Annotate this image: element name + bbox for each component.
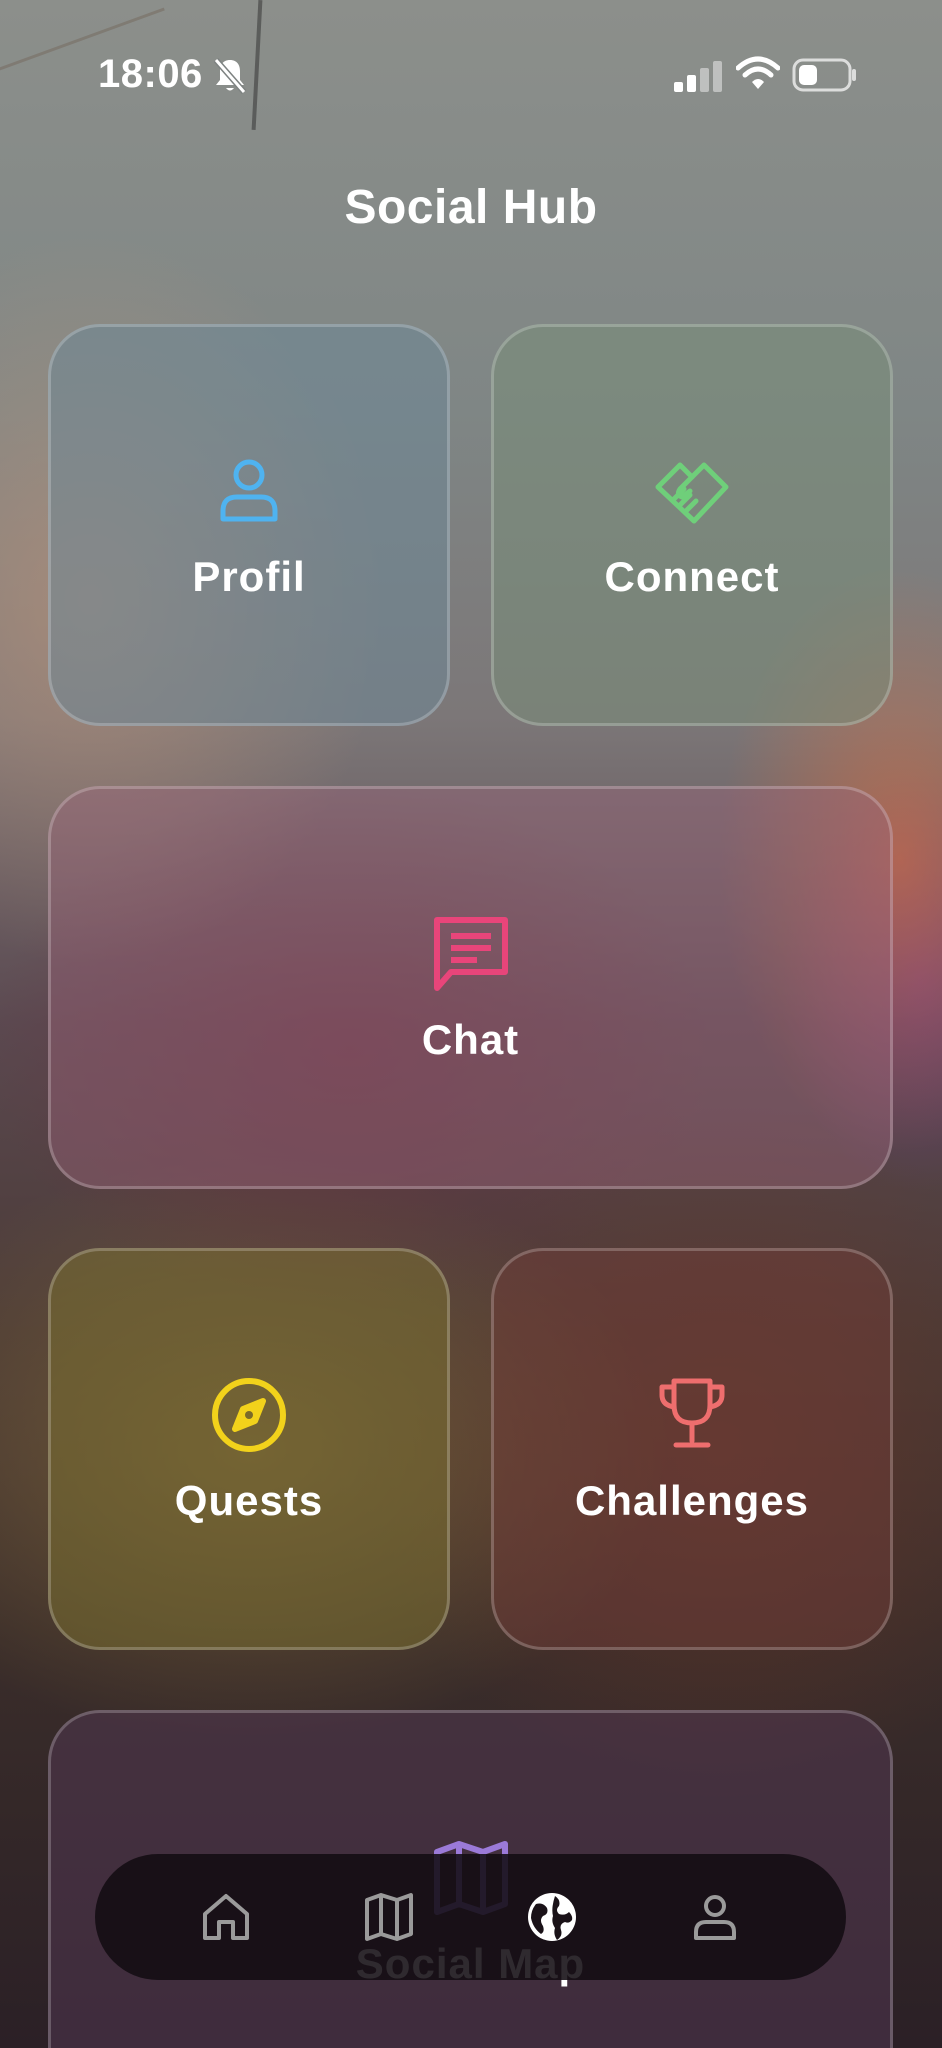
bottom-nav-bar xyxy=(95,1854,846,1980)
connect-tile[interactable]: Connect xyxy=(491,324,893,726)
compass-icon xyxy=(212,1378,286,1452)
challenges-tile[interactable]: Challenges xyxy=(491,1248,893,1650)
quests-tile[interactable]: Quests xyxy=(48,1248,450,1650)
map-icon xyxy=(365,1893,414,1941)
tile-label: Quests xyxy=(174,1477,324,1524)
handshake-icon xyxy=(655,462,729,524)
bell-slash-icon xyxy=(213,58,247,94)
globe-icon xyxy=(527,1893,576,1941)
cellular-signal-icon xyxy=(674,61,722,92)
person-icon xyxy=(220,459,278,522)
trophy-icon xyxy=(659,1378,725,1448)
profil-tile[interactable]: Profil xyxy=(48,324,450,726)
page-title: Social Hub xyxy=(344,181,598,234)
chat-tile[interactable]: Chat xyxy=(48,786,893,1189)
nav-profile-tab[interactable] xyxy=(670,1872,760,1962)
profile-icon xyxy=(693,1895,736,1940)
tile-label: Profil xyxy=(192,553,306,600)
nav-home-tab[interactable] xyxy=(181,1872,271,1962)
tile-label: Connect xyxy=(604,553,780,600)
chat-bubble-icon xyxy=(433,916,508,991)
status-bar: 18:06 xyxy=(0,0,942,150)
battery-icon xyxy=(792,58,856,92)
nav-globe-tab[interactable] xyxy=(507,1872,597,1962)
nav-map-tab[interactable] xyxy=(344,1872,434,1962)
tile-label: Chat xyxy=(421,1015,520,1063)
wifi-icon xyxy=(736,56,780,89)
tile-label: Challenges xyxy=(574,1477,810,1524)
status-time: 18:06 xyxy=(98,52,203,96)
home-icon xyxy=(203,1894,250,1940)
